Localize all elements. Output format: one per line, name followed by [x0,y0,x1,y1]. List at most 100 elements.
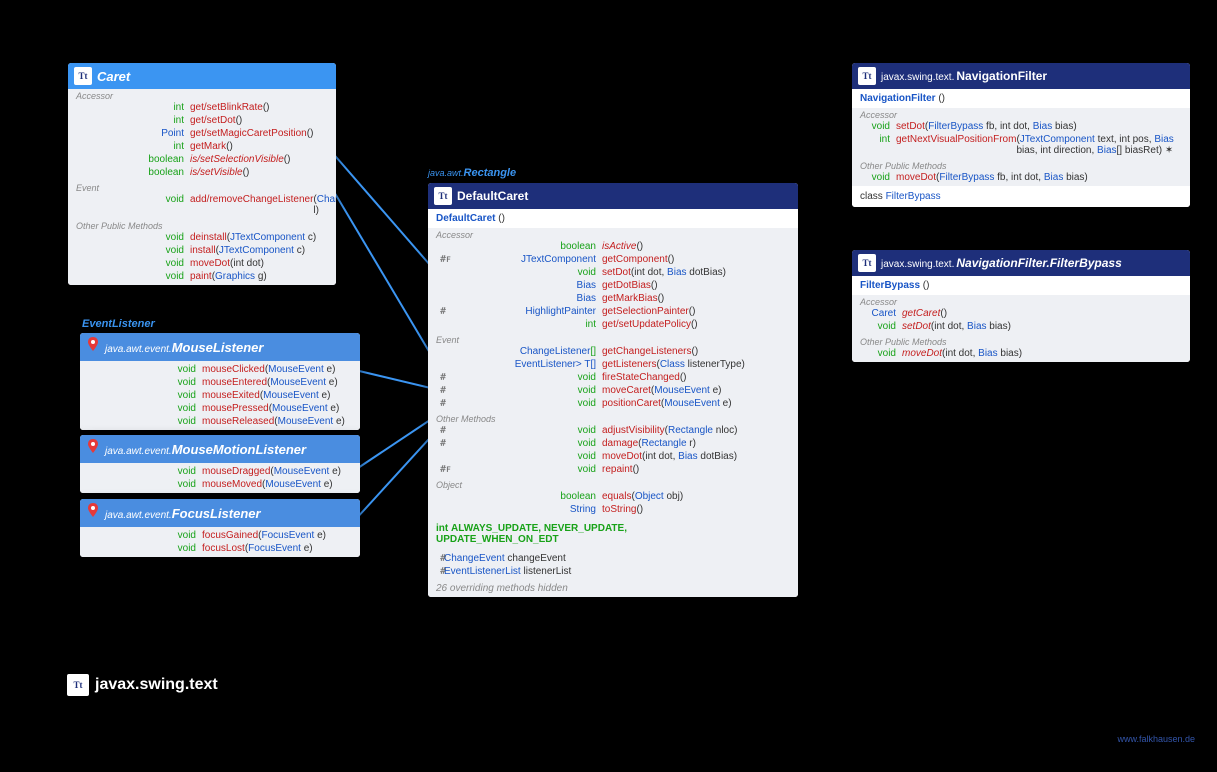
method-name[interactable]: getMark [190,141,226,152]
method-name[interactable]: mouseReleased [202,416,274,427]
return-type: void [860,321,902,332]
return-type: void [88,479,202,490]
method-name[interactable]: mouseExited [202,390,260,401]
method-name[interactable]: toString [602,504,636,515]
params: () [689,306,696,317]
header: Tt javax.swing.text.NavigationFilter [852,63,1190,89]
method-row: booleanis/setSelectionVisible () [76,153,328,166]
method-name[interactable]: add/removeChangeListener [190,194,313,205]
section-event: Event ChangeListener[]getChangeListeners… [428,333,798,412]
method-name[interactable]: mouseEntered [202,377,267,388]
method-name[interactable]: isActive [602,241,636,252]
method-name[interactable]: getCaret [902,308,940,319]
method-name[interactable]: adjustVisibility [602,425,665,436]
credit-link[interactable]: www.falkhausen.de [1117,734,1195,744]
method-name[interactable]: moveDot [602,451,642,462]
method-name[interactable]: getListeners [602,359,656,370]
method-name[interactable]: deinstall [190,232,227,243]
method-name[interactable]: getSelectionPainter [602,306,689,317]
method-name[interactable]: damage [602,438,638,449]
header: Tt javax.swing.text.NavigationFilter.Fil… [852,250,1190,276]
method-name[interactable]: positionCaret [602,398,661,409]
params: (MouseEvent e) [270,466,341,477]
params: (JTextComponent c) [227,232,317,243]
method-name[interactable]: mouseClicked [202,364,265,375]
method-name[interactable]: fireStateChanged [602,372,680,383]
params: () [658,293,665,304]
method-name[interactable]: getNextVisualPositionFrom [896,134,1016,145]
params: (FocusEvent e) [245,543,313,554]
method-name[interactable]: moveCaret [602,385,651,396]
method-row: voidmouseExited (MouseEvent e) [88,389,352,402]
method-row: voidmoveDot (int dot) [76,257,328,270]
modifier: #ꜰ [440,254,451,265]
method-row: CaretgetCaret () [860,307,1182,320]
constants: int ALWAYS_UPDATE, NEVER_UPDATE, UPDATE_… [428,518,798,550]
return-type: void [436,372,602,383]
return-type: void [88,403,202,414]
method-name[interactable]: getChangeListeners [602,346,692,357]
return-type: boolean [76,167,190,178]
method-name[interactable]: setDot [896,121,925,132]
method-row: voidmoveDot (FilterBypass fb, int dot, B… [860,171,1182,184]
method-name[interactable]: mouseMoved [202,479,262,490]
method-name[interactable]: moveDot [896,172,936,183]
rectangle-label[interactable]: java.awt.Rectangle [428,167,516,179]
method-name[interactable]: is/setVisible [190,167,243,178]
return-type: void [88,364,202,375]
return-type: void [436,451,602,462]
method-name[interactable]: moveDot [190,258,230,269]
params: (MouseEvent e) [262,479,333,490]
class-mouse-motion-listener: java.awt.event.MouseMotionListener voidm… [80,435,360,493]
params: (MouseEvent e) [661,398,732,409]
method-name[interactable]: getComponent [602,254,668,265]
method-name[interactable]: getDotBias [602,280,651,291]
return-type: void [436,267,602,278]
return-type: int [76,115,190,126]
params: (FilterBypass fb, int dot, Bias bias) [936,172,1088,183]
method-name[interactable]: focusLost [202,543,245,554]
class-caret: Tt Caret Accessor intget/setBlinkRate ()… [68,63,336,285]
params: (MouseEvent e) [260,390,331,401]
method-name[interactable]: moveDot [902,348,942,359]
method-name[interactable]: get/setDot [190,115,236,126]
method-name[interactable]: focusGained [202,530,258,541]
return-type: String [436,504,602,515]
method-row: voidadd/removeChangeListener (ChangeList… [76,193,328,217]
header: java.awt.event.FocusListener [80,499,360,527]
event-listener-label[interactable]: EventListener [82,318,155,330]
method-name[interactable]: is/setSelectionVisible [190,154,284,165]
method-name[interactable]: get/setUpdatePolicy [602,319,691,330]
return-type: void [88,466,202,477]
return-type: void [88,543,202,554]
return-type: Caret [860,308,902,319]
method-name[interactable]: setDot [902,321,931,332]
section-other: Other Public Methods voidmoveDot (Filter… [852,159,1190,186]
method-name[interactable]: equals [602,491,631,502]
method-name[interactable]: get/setMagicCaretPosition [190,128,307,139]
method-name[interactable]: repaint [602,464,633,475]
method-row: voidfocusGained (FocusEvent e) [88,529,352,542]
method-row: booleanis/setVisible () [76,166,328,179]
method-row: intgetMark () [76,140,328,153]
header: Tt DefaultCaret [428,183,798,209]
class-navigation-filter: Tt javax.swing.text.NavigationFilter Nav… [852,63,1190,207]
method-name[interactable]: setDot [602,267,631,278]
tt-icon: Tt [74,67,92,85]
method-name[interactable]: mousePressed [202,403,269,414]
modifier: # [440,306,446,317]
params: () [636,504,643,515]
return-type: void [436,398,602,409]
modifier: # [440,438,446,449]
return-type: EventListener> T[] [436,359,602,370]
params: () [226,141,233,152]
method-name[interactable]: getMarkBias [602,293,658,304]
method-name[interactable]: install [190,245,216,256]
header-caret: Tt Caret [68,63,336,89]
params: (int dot, Bias bias) [931,321,1011,332]
method-row: Pointget/setMagicCaretPosition () [76,127,328,140]
params: () [633,464,640,475]
method-name[interactable]: mouseDragged [202,466,270,477]
method-name[interactable]: paint [190,271,212,282]
method-name[interactable]: get/setBlinkRate [190,102,263,113]
